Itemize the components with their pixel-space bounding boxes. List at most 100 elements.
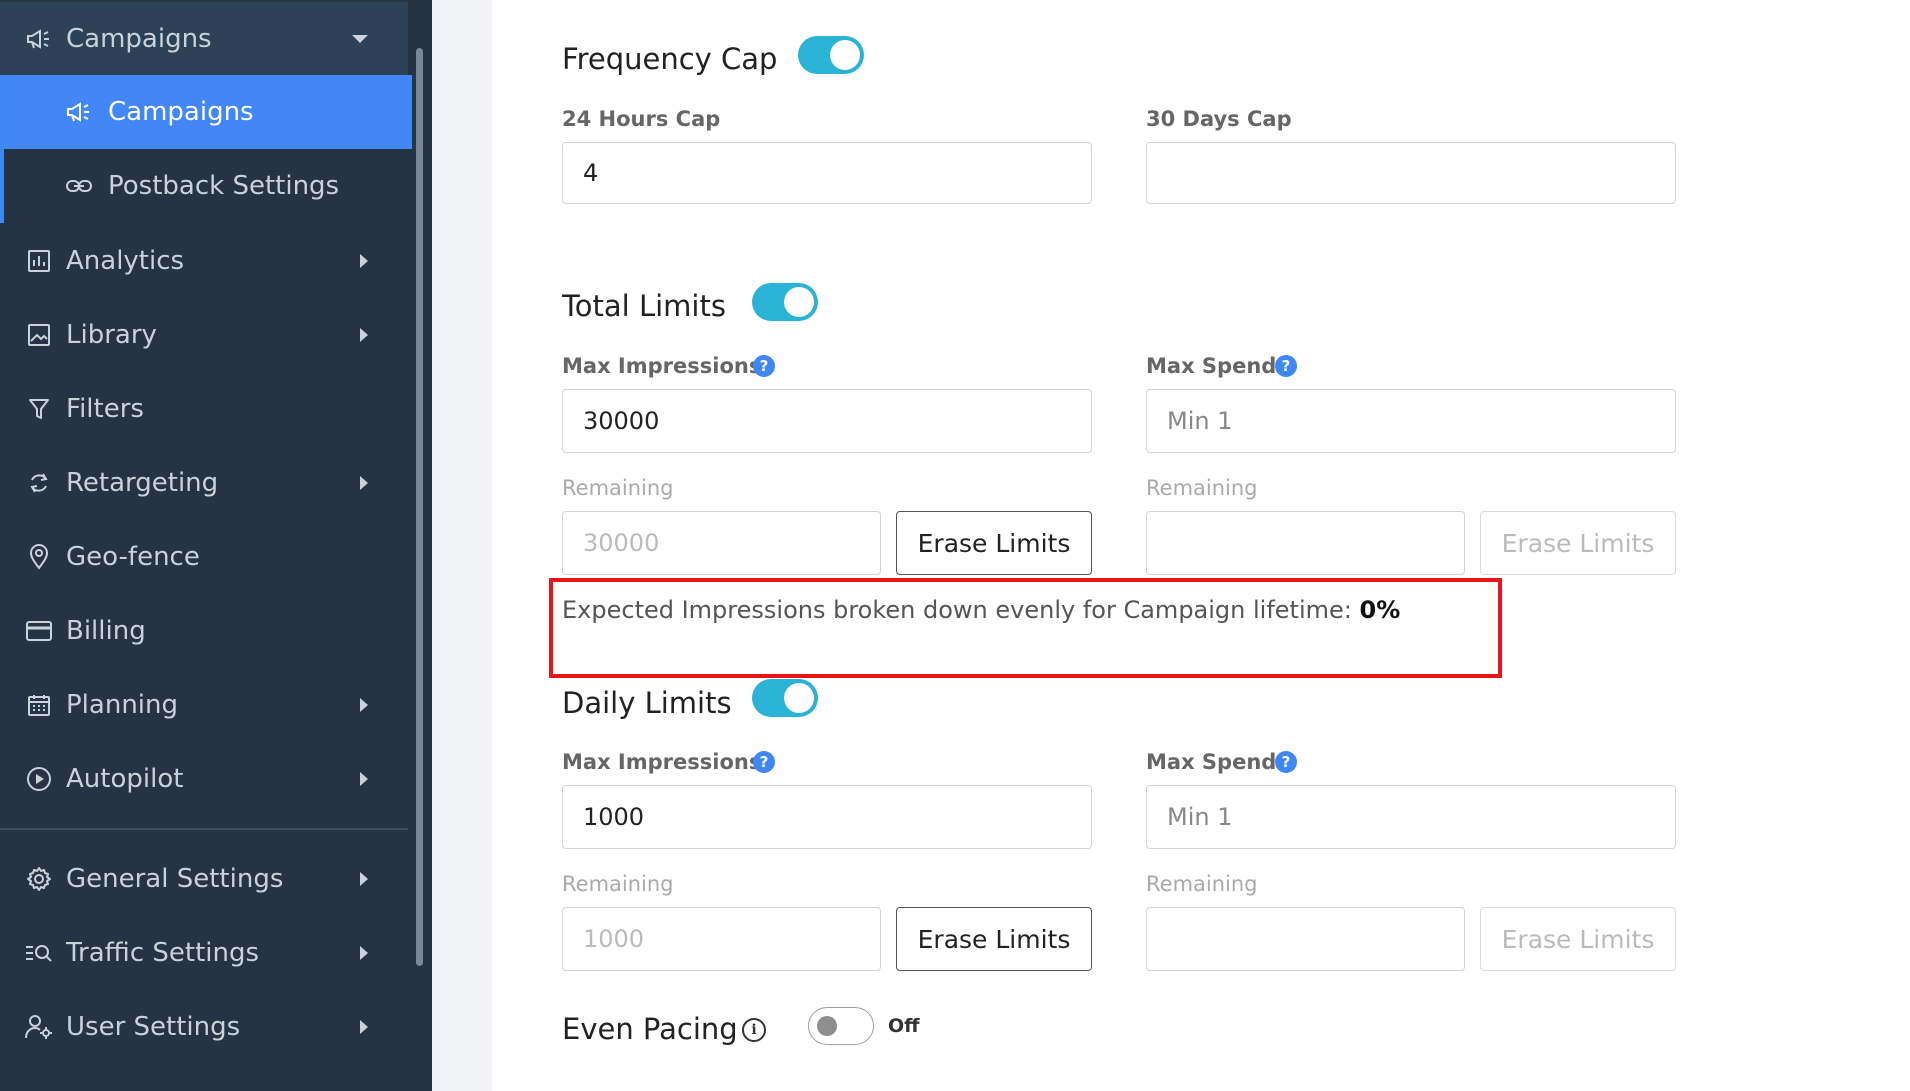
info-icon[interactable]: i [742, 1018, 766, 1042]
megaphone-icon [24, 24, 54, 54]
sidebar-item-label: General Settings [66, 864, 284, 894]
sidebar-item-label: Postback Settings [108, 171, 340, 201]
calendar-icon [24, 690, 54, 720]
sidebar-subitem-postback-settings[interactable]: Postback Settings [4, 149, 412, 223]
days30-cap-input[interactable] [1146, 142, 1676, 204]
campaigns-submenu: Campaigns Postback Settings [0, 75, 412, 223]
sidebar-item-billing[interactable]: Billing [0, 594, 408, 668]
list-search-icon [24, 938, 54, 968]
filter-icon [24, 394, 54, 424]
total-limits-title: Total Limits [562, 289, 726, 323]
sidebar-item-retargeting[interactable]: Retargeting [0, 446, 408, 520]
sidebar-item-label: Campaigns [108, 97, 254, 127]
sidebar-item-user-settings[interactable]: User Settings [0, 990, 408, 1064]
daily-max-spend-label: Max Spend [1146, 750, 1277, 774]
highlight-box [549, 578, 1502, 678]
map-pin-icon [24, 542, 54, 572]
daily-limits-title: Daily Limits [562, 686, 732, 720]
sidebar-item-label: Autopilot [66, 764, 184, 794]
even-pacing-toggle[interactable] [808, 1007, 874, 1045]
chevron-right-icon [360, 946, 368, 960]
chevron-right-icon [360, 476, 368, 490]
hours24-cap-input[interactable] [562, 142, 1092, 204]
sidebar-item-label: Billing [66, 616, 146, 646]
sidebar-item-filters[interactable]: Filters [0, 372, 408, 446]
user-gear-icon [24, 1012, 54, 1042]
daily-remaining-impressions-label: Remaining [562, 872, 674, 896]
even-pacing-state-label: Off [888, 1015, 920, 1037]
total-remaining-impressions-input [562, 511, 881, 575]
credit-card-icon [24, 616, 54, 646]
sidebar-item-general-settings[interactable]: General Settings [0, 842, 408, 916]
chevron-right-icon [360, 328, 368, 342]
daily-max-spend-input[interactable] [1146, 785, 1676, 849]
help-icon[interactable]: ? [753, 355, 775, 377]
sidebar-subitem-campaigns[interactable]: Campaigns [4, 75, 412, 149]
chevron-right-icon [360, 698, 368, 712]
bar-chart-icon [24, 246, 54, 276]
daily-max-impressions-input[interactable] [562, 785, 1092, 849]
toggle-knob [784, 287, 814, 317]
daily-spend-erase-limits-button[interactable]: Erase Limits [1480, 907, 1676, 971]
total-limits-toggle[interactable] [752, 283, 818, 321]
sidebar-item-label: Planning [66, 690, 178, 720]
total-remaining-spend-label: Remaining [1146, 476, 1258, 500]
help-icon[interactable]: ? [753, 751, 775, 773]
expected-impressions-label: Expected Impressions broken down evenly … [562, 596, 1352, 624]
sidebar-item-campaigns-group[interactable]: Campaigns [0, 2, 408, 76]
sidebar-item-label: Filters [66, 394, 144, 424]
sidebar-item-traffic-settings[interactable]: Traffic Settings [0, 916, 408, 990]
total-remaining-impressions-label: Remaining [562, 476, 674, 500]
sidebar-item-label: Campaigns [66, 24, 212, 54]
sidebar-item-label: User Settings [66, 1012, 241, 1042]
total-max-spend-label: Max Spend [1146, 354, 1277, 378]
sidebar-item-label: Library [66, 320, 157, 350]
sidebar-item-autopilot[interactable]: Autopilot [0, 742, 408, 816]
even-pacing-title: Even Pacing [562, 1012, 738, 1046]
image-icon [24, 320, 54, 350]
sidebar-scrollbar[interactable] [416, 48, 423, 966]
daily-max-impressions-label: Max Impressions [562, 750, 762, 774]
sidebar-divider [0, 828, 408, 830]
toggle-knob [784, 683, 814, 713]
sidebar-item-label: Analytics [66, 246, 185, 276]
daily-remaining-spend-label: Remaining [1146, 872, 1258, 896]
expected-impressions-text: Expected Impressions broken down evenly … [562, 596, 1400, 624]
hours24-cap-label: 24 Hours Cap [562, 107, 721, 131]
megaphone-icon [64, 97, 94, 127]
gear-icon [24, 864, 54, 894]
chevron-right-icon [360, 872, 368, 886]
sidebar-item-geo-fence[interactable]: Geo-fence [0, 520, 408, 594]
total-max-impressions-label: Max Impressions [562, 354, 762, 378]
sidebar-item-label: Retargeting [66, 468, 219, 498]
sidebar-item-label: Traffic Settings [66, 938, 260, 968]
chevron-right-icon [360, 254, 368, 268]
total-spend-erase-limits-button[interactable]: Erase Limits [1480, 511, 1676, 575]
total-max-spend-input[interactable] [1146, 389, 1676, 453]
total-max-impressions-input[interactable] [562, 389, 1092, 453]
total-remaining-spend-input [1146, 511, 1465, 575]
sidebar-item-label: Geo-fence [66, 542, 200, 572]
frequency-cap-toggle[interactable] [798, 36, 864, 74]
chevron-down-icon [352, 35, 368, 43]
frequency-cap-title: Frequency Cap [562, 42, 778, 76]
sidebar: Campaigns Campaigns Postback Settings An… [0, 0, 432, 1091]
content-gutter [432, 0, 492, 1091]
toggle-knob [817, 1016, 837, 1036]
help-icon[interactable]: ? [1275, 751, 1297, 773]
sidebar-item-analytics[interactable]: Analytics [0, 224, 408, 298]
daily-remaining-spend-input [1146, 907, 1465, 971]
sidebar-item-library[interactable]: Library [0, 298, 408, 372]
sidebar-item-planning[interactable]: Planning [0, 668, 408, 742]
daily-erase-limits-button[interactable]: Erase Limits [896, 907, 1092, 971]
chevron-right-icon [360, 772, 368, 786]
daily-remaining-impressions-input [562, 907, 881, 971]
total-erase-limits-button[interactable]: Erase Limits [896, 511, 1092, 575]
help-icon[interactable]: ? [1275, 355, 1297, 377]
daily-limits-toggle[interactable] [752, 679, 818, 717]
link-icon [64, 171, 94, 201]
play-circle-icon [24, 764, 54, 794]
toggle-knob [830, 40, 860, 70]
chevron-right-icon [360, 1020, 368, 1034]
days30-cap-label: 30 Days Cap [1146, 107, 1292, 131]
